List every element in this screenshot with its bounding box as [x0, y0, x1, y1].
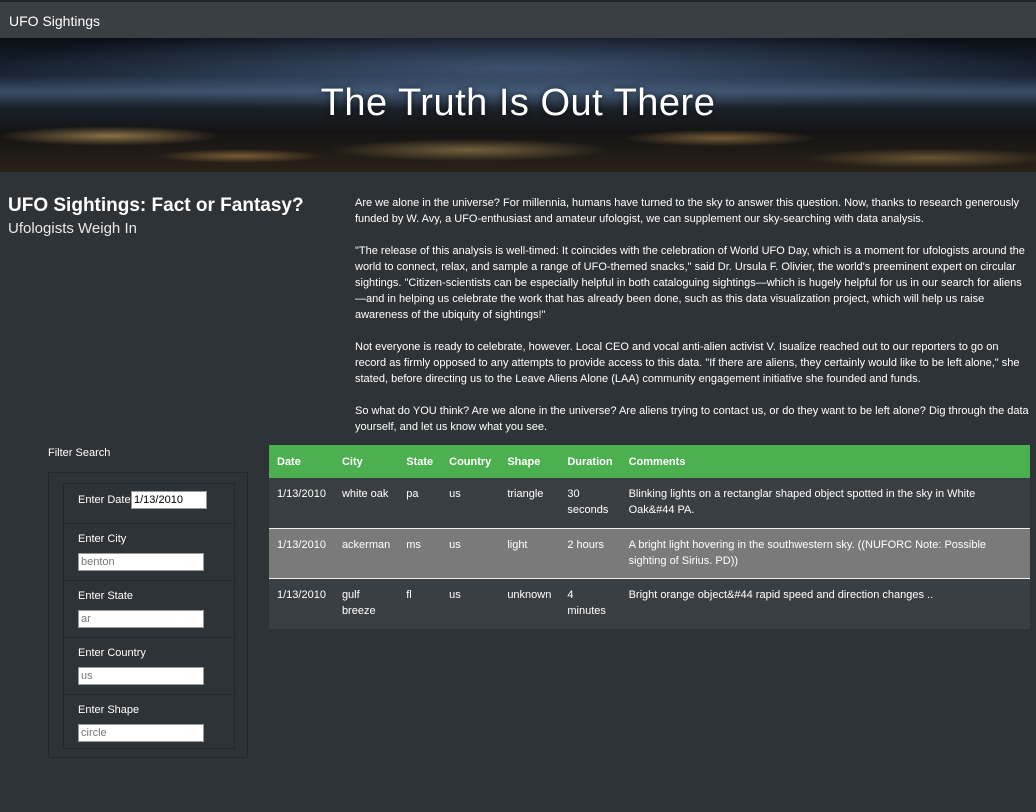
date-input[interactable] [131, 491, 207, 509]
column-header-comments: Comments [620, 445, 1030, 478]
article-paragraph: So what do YOU think? Are we alone in th… [355, 405, 1029, 433]
ufo-table: Date City State Country Shape Duration C… [269, 445, 1030, 629]
page-subtitle: Ufologists Weigh In [8, 220, 137, 237]
column-header-city: City [333, 445, 399, 478]
filter-country-label: Enter Country [78, 647, 146, 659]
article-paragraph: Are we alone in the universe? For millen… [355, 197, 1020, 225]
cell-country: us [441, 528, 500, 579]
cell-date: 1/13/2010 [269, 478, 334, 529]
hero-banner: The Truth Is Out There [0, 38, 1036, 172]
column-header-country: Country [441, 445, 500, 478]
cell-shape: light [499, 528, 560, 579]
cell-shape: unknown [499, 578, 560, 629]
cell-duration: 30 seconds [559, 478, 621, 529]
cell-shape: triangle [499, 478, 560, 529]
page-title: UFO Sightings: Fact or Fantasy? [8, 195, 304, 216]
shape-input[interactable] [78, 724, 204, 742]
article-paragraph: Not everyone is ready to celebrate, howe… [355, 341, 1020, 385]
filter-date-item: Enter Date [64, 484, 234, 524]
hero-title: The Truth Is Out There [320, 82, 716, 124]
article-body: Are we alone in the universe? For millen… [355, 195, 1031, 451]
cell-comments: A bright light hovering in the southwest… [620, 528, 1030, 579]
cell-comments: Bright orange object&#44 rapid speed and… [620, 578, 1030, 629]
navbar: UFO Sightings [0, 0, 1036, 38]
navbar-brand[interactable]: UFO Sightings [9, 13, 100, 29]
column-header-date: Date [269, 445, 334, 478]
column-header-duration: Duration [559, 445, 621, 478]
table-row: 1/13/2010 white oak pa us triangle 30 se… [269, 478, 1030, 529]
filter-state-item: Enter State [64, 581, 234, 638]
filter-panel: Enter Date Enter City Enter State Enter … [48, 472, 248, 758]
cell-city: gulf breeze [333, 578, 399, 629]
table-header-row: Date City State Country Shape Duration C… [269, 445, 1030, 478]
filter-date-label: Enter Date [78, 494, 131, 506]
table-row: 1/13/2010 gulf breeze fl us unknown 4 mi… [269, 578, 1030, 629]
cell-state: ms [398, 528, 442, 579]
cell-city: white oak [333, 478, 399, 529]
table-row: 1/13/2010 ackerman ms us light 2 hours A… [269, 528, 1030, 579]
cell-date: 1/13/2010 [269, 528, 334, 579]
country-input[interactable] [78, 667, 204, 685]
cell-state: fl [398, 578, 442, 629]
state-input[interactable] [78, 610, 204, 628]
filter-shape-item: Enter Shape [64, 695, 234, 748]
filter-city-item: Enter City [64, 524, 234, 581]
cell-duration: 2 hours [559, 528, 621, 579]
cell-comments: Blinking lights on a rectanglar shaped o… [620, 478, 1030, 529]
filter-list: Enter Date Enter City Enter State Enter … [63, 483, 235, 749]
filter-country-item: Enter Country [64, 638, 234, 695]
column-header-state: State [398, 445, 442, 478]
filter-city-label: Enter City [78, 533, 127, 545]
city-input[interactable] [78, 553, 204, 571]
filter-search-title: Filter Search [48, 447, 111, 459]
cell-state: pa [398, 478, 442, 529]
cell-city: ackerman [333, 528, 399, 579]
cell-country: us [441, 478, 500, 529]
article-paragraph: "The release of this analysis is well-ti… [355, 245, 1025, 321]
cell-date: 1/13/2010 [269, 578, 334, 629]
column-header-shape: Shape [499, 445, 560, 478]
cell-country: us [441, 578, 500, 629]
filter-state-label: Enter State [78, 590, 134, 602]
cell-duration: 4 minutes [559, 578, 621, 629]
filter-shape-label: Enter Shape [78, 704, 140, 716]
